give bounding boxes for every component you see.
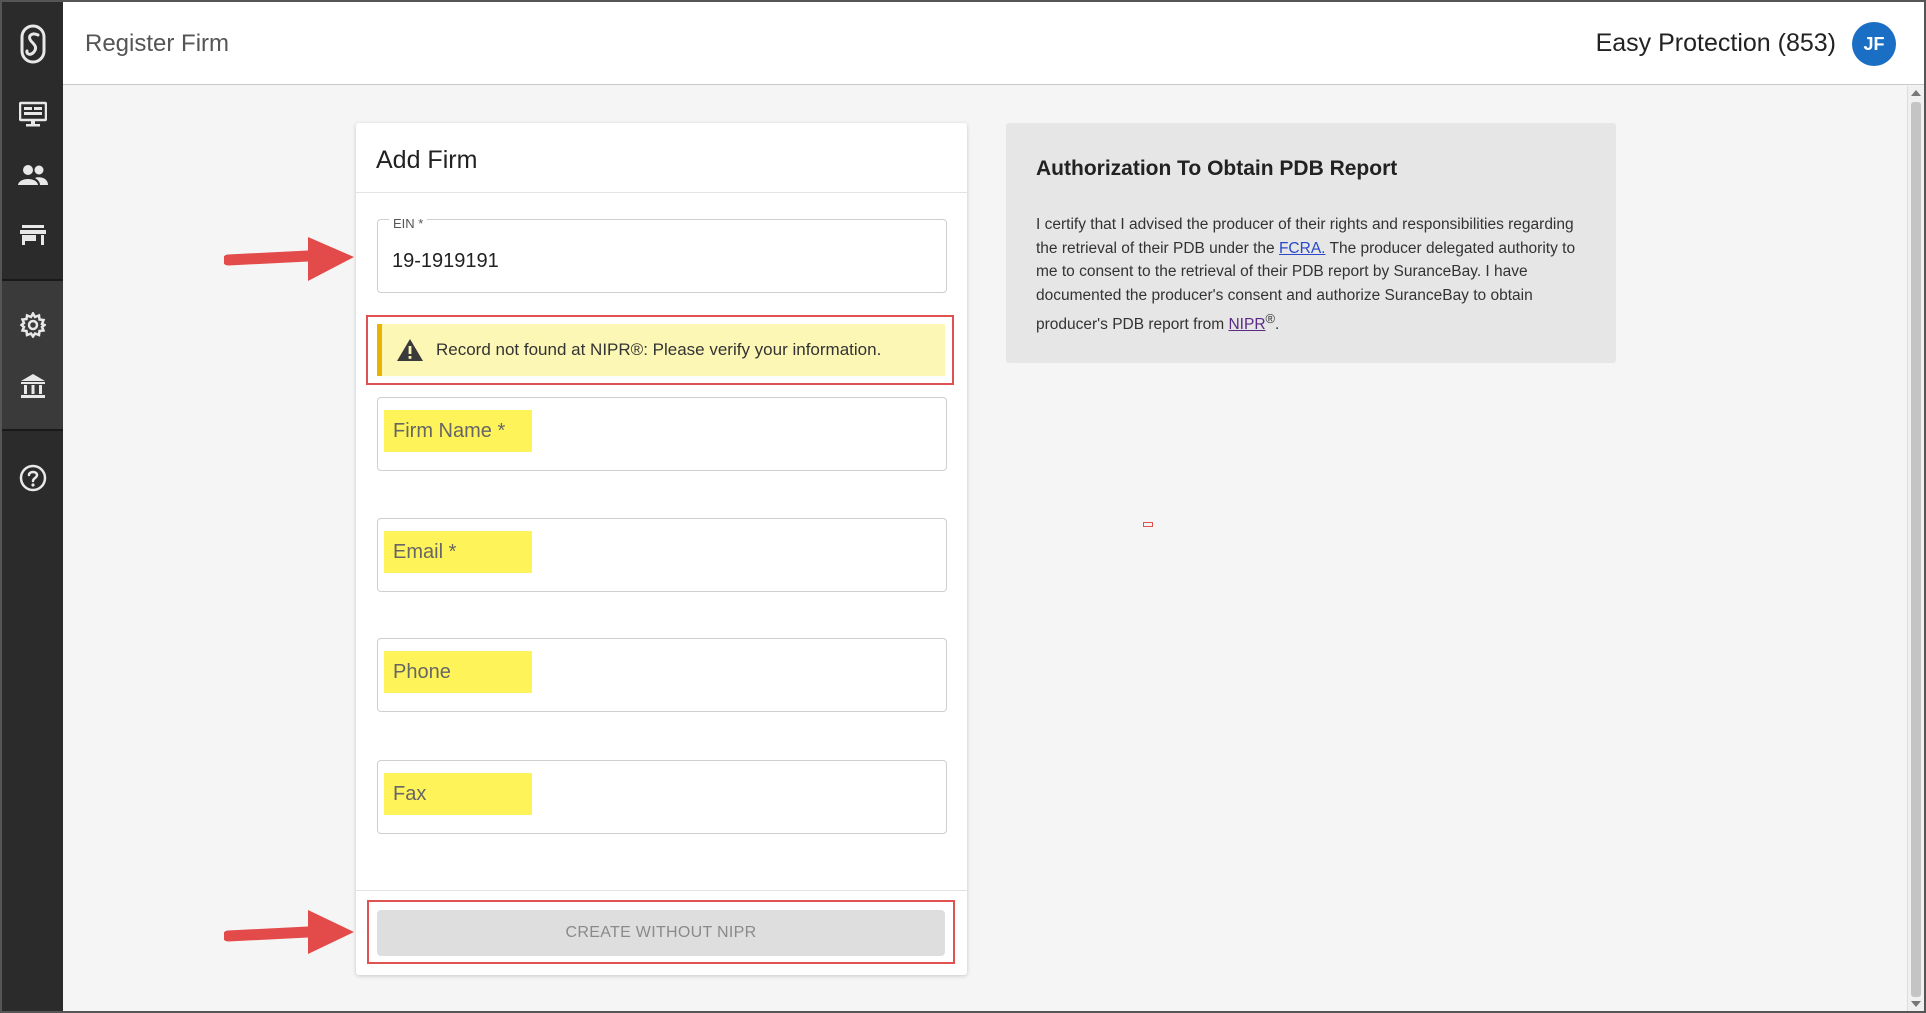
authorization-panel: Authorization To Obtain PDB Report I cer… <box>1006 123 1616 363</box>
users-icon[interactable] <box>2 147 63 203</box>
nipr-link[interactable]: NIPR <box>1228 316 1265 333</box>
app-window: Register Firm Easy Protection (853) JF A… <box>0 0 1926 1013</box>
annotation-mark <box>1143 522 1153 527</box>
ein-label: EIN * <box>389 216 428 231</box>
card-title: Add Firm <box>376 146 478 174</box>
firm-name-placeholder: Firm Name * <box>384 410 532 452</box>
nipr-warning-alert: Record not found at NIPR®: Please verify… <box>377 324 945 376</box>
help-icon[interactable] <box>2 450 63 506</box>
logo-icon[interactable] <box>2 16 63 72</box>
page-title: Register Firm <box>85 30 230 57</box>
email-placeholder: Email * <box>384 531 532 573</box>
email-field[interactable]: Email * <box>377 518 947 592</box>
authorization-title: Authorization To Obtain PDB Report <box>1036 157 1398 180</box>
store-icon[interactable] <box>2 207 63 263</box>
warning-icon <box>397 339 423 361</box>
bank-icon[interactable] <box>2 358 63 414</box>
phone-field[interactable]: Phone <box>377 638 947 712</box>
authorization-text: I certify that I advised the producer of… <box>1036 213 1596 337</box>
account-name[interactable]: Easy Protection (853) <box>1596 29 1836 58</box>
arrow-right-icon <box>224 910 354 954</box>
alert-text: Record not found at NIPR®: Please verify… <box>436 340 882 359</box>
scroll-down-icon[interactable] <box>1911 1001 1921 1007</box>
fcra-link[interactable]: FCRA. <box>1279 240 1326 257</box>
create-without-nipr-button[interactable]: CREATE WITHOUT NIPR <box>377 910 945 956</box>
add-firm-card: Add Firm EIN * 19-1919191 Record not fou… <box>356 123 967 975</box>
authorization-text-part: . <box>1275 316 1280 334</box>
phone-placeholder: Phone <box>384 651 532 693</box>
sidebar-admin-group <box>2 281 63 429</box>
top-bar: Register Firm Easy Protection (853) JF <box>63 2 1924 85</box>
scroll-thumb[interactable] <box>1911 102 1921 997</box>
card-header: Add Firm <box>356 123 967 193</box>
sidebar-divider <box>2 429 63 431</box>
ein-field[interactable]: EIN * 19-1919191 <box>377 216 947 293</box>
ein-value[interactable]: 19-1919191 <box>392 250 499 273</box>
fax-field[interactable]: Fax <box>377 760 947 834</box>
fax-placeholder: Fax <box>384 773 532 815</box>
arrow-right-icon <box>224 237 354 281</box>
monitor-icon[interactable] <box>2 86 63 142</box>
sidebar <box>2 2 63 1011</box>
gear-icon[interactable] <box>2 297 63 353</box>
firm-name-field[interactable]: Firm Name * <box>377 397 947 471</box>
registered-mark: ® <box>1265 311 1276 326</box>
card-footer-divider <box>356 890 967 891</box>
scroll-up-icon[interactable] <box>1911 90 1921 96</box>
scrollbar[interactable] <box>1907 86 1924 1011</box>
avatar[interactable]: JF <box>1852 22 1896 66</box>
